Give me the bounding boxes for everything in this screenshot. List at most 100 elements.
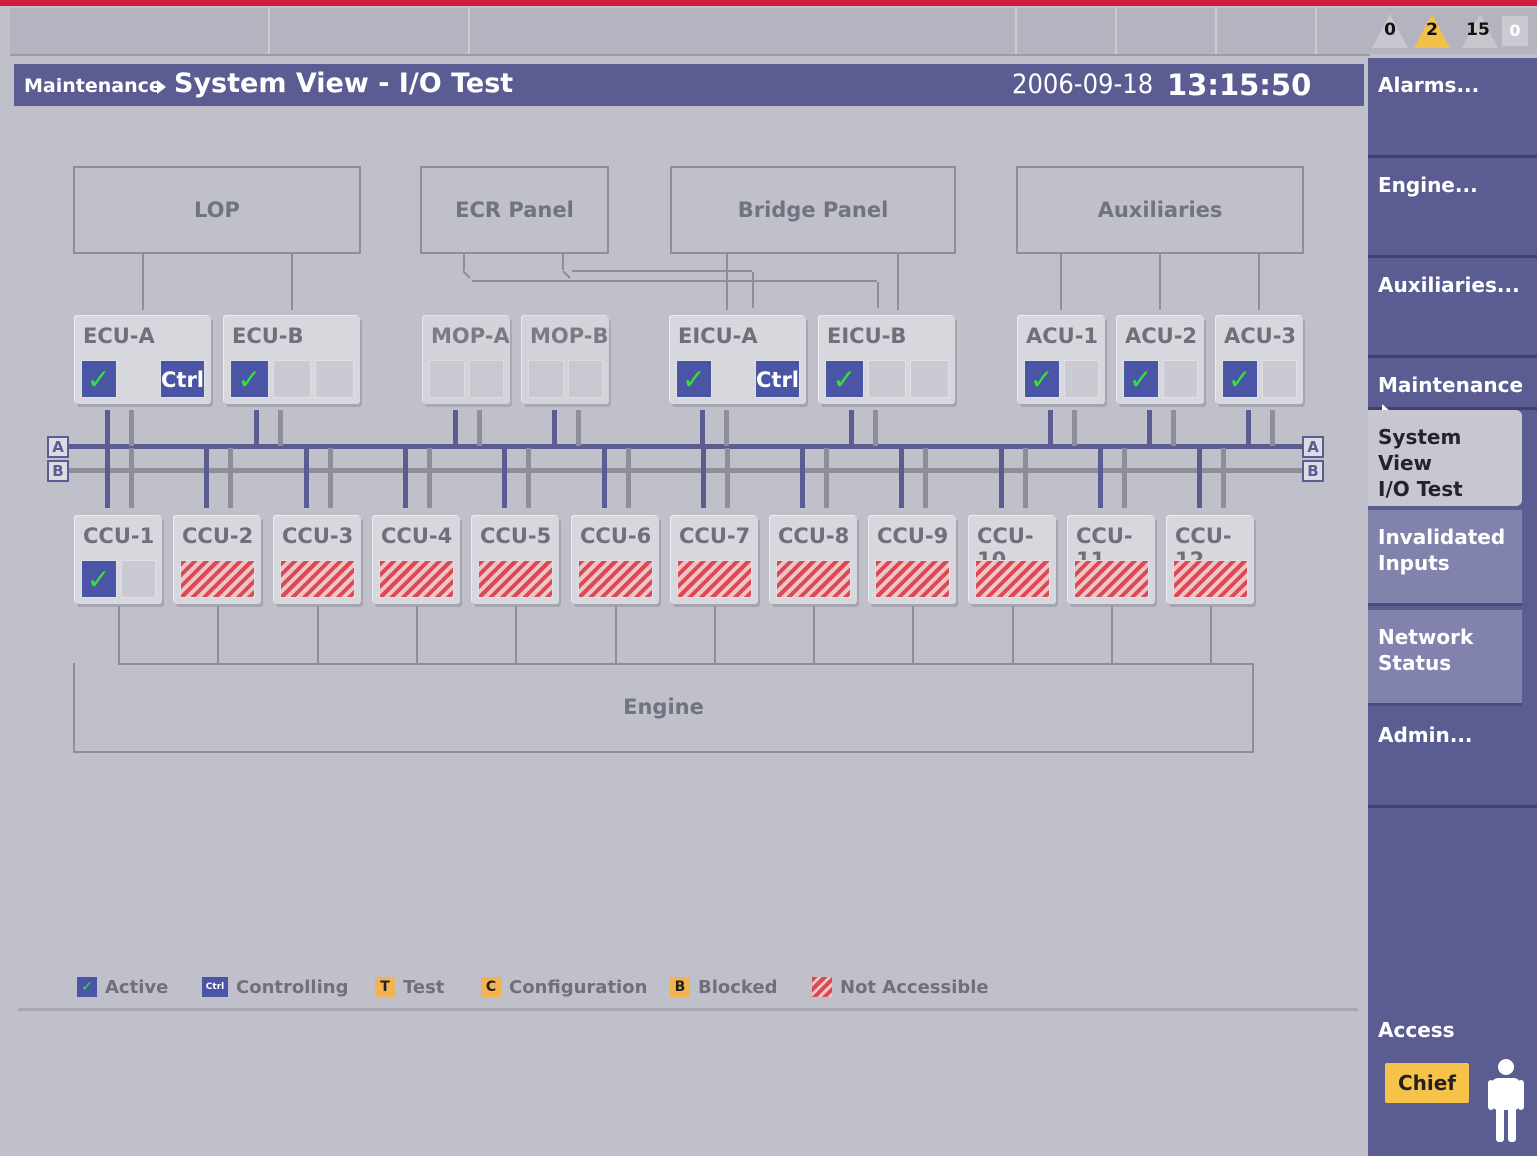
- bus-tap: [1122, 448, 1127, 508]
- unit-acu-3[interactable]: ACU-3: [1216, 316, 1303, 404]
- unit-label: ACU-2: [1125, 324, 1198, 348]
- nav-network-status[interactable]: Network Status: [1368, 610, 1522, 706]
- connector-line: [714, 606, 716, 664]
- connector-line: [1159, 254, 1161, 310]
- ctrl-badge: Ctrl: [160, 360, 206, 398]
- bus-tap: [204, 448, 209, 508]
- connector-line: [317, 606, 319, 664]
- active-check-icon: [230, 360, 269, 398]
- not-accessible-hatch: [578, 560, 653, 598]
- not-accessible-hatch: [478, 560, 553, 598]
- unit-ecu-b[interactable]: ECU-B: [224, 316, 360, 404]
- nav-auxiliaries[interactable]: Auxiliaries...: [1368, 258, 1537, 358]
- unit-eicu-a[interactable]: EICU-A Ctrl: [670, 316, 806, 404]
- page-header: Maintenance System View - I/O Test 2006-…: [14, 64, 1364, 106]
- unit-label: CCU-4: [381, 524, 453, 548]
- bus-tap: [403, 448, 408, 508]
- active-check-icon: [81, 360, 117, 398]
- unit-label: MOP-B: [530, 324, 609, 348]
- connector-line: [1012, 606, 1014, 664]
- panel-ecr: ECR Panel: [420, 166, 609, 254]
- unit-acu-1[interactable]: ACU-1: [1018, 316, 1105, 404]
- access-level-button[interactable]: Chief: [1385, 1063, 1469, 1103]
- alarm-count-2: 2: [1426, 20, 1438, 40]
- not-accessible-hatch: [1173, 560, 1248, 598]
- nav-engine[interactable]: Engine...: [1368, 158, 1537, 258]
- connector-line: [462, 270, 471, 279]
- not-accessible-hatch: [677, 560, 752, 598]
- bus-tap: [576, 410, 581, 446]
- bus-a-label-left: A: [47, 436, 69, 458]
- legend-configuration: C Configuration: [481, 972, 647, 1002]
- bus-tap: [701, 448, 706, 508]
- unit-label: CCU-7: [679, 524, 751, 548]
- bus-tap: [1147, 410, 1152, 446]
- divider: [18, 1008, 1358, 1011]
- nav-maintenance[interactable]: Maintenance: [1368, 358, 1537, 418]
- ctrl-icon: Ctrl: [202, 977, 228, 997]
- unit-ccu-6[interactable]: CCU-6: [572, 516, 659, 604]
- person-icon: [1488, 1059, 1524, 1142]
- unit-mop-b[interactable]: MOP-B: [522, 316, 609, 404]
- bus-tap: [1246, 410, 1251, 446]
- unit-ccu-11[interactable]: CCU-11: [1068, 516, 1155, 604]
- not-accessible-hatch: [280, 560, 355, 598]
- active-check-icon: [81, 560, 117, 598]
- nav-alarms[interactable]: Alarms...: [1368, 58, 1537, 158]
- unit-ccu-3[interactable]: CCU-3: [274, 516, 361, 604]
- bus-tap: [1048, 410, 1053, 446]
- connector-line: [472, 280, 877, 282]
- nav-invalidated-inputs[interactable]: Invalidated Inputs: [1368, 510, 1522, 606]
- bus-tap: [228, 448, 233, 508]
- unit-ccu-1[interactable]: CCU-1: [75, 516, 162, 604]
- bus-tap: [800, 448, 805, 508]
- unit-label: CCU-6: [580, 524, 652, 548]
- legend-controlling: Ctrl Controlling: [202, 972, 348, 1002]
- panel-bridge: Bridge Panel: [670, 166, 956, 254]
- bus-tap: [899, 448, 904, 508]
- unit-ccu-10[interactable]: CCU-10: [969, 516, 1056, 604]
- unit-acu-2[interactable]: ACU-2: [1117, 316, 1204, 404]
- bus-tap: [1197, 448, 1202, 508]
- unit-ecu-a[interactable]: ECU-A Ctrl: [75, 316, 211, 404]
- top-accent-bar: [0, 0, 1537, 6]
- connector-line: [1111, 606, 1113, 664]
- breadcrumb-parent[interactable]: Maintenance: [24, 75, 162, 97]
- unit-eicu-b[interactable]: EICU-B: [819, 316, 955, 404]
- unit-mop-a[interactable]: MOP-A: [423, 316, 510, 404]
- nav-admin[interactable]: Admin...: [1368, 708, 1537, 808]
- connector-line: [1060, 254, 1062, 310]
- bus-tap: [824, 448, 829, 508]
- nav-system-view-io-test[interactable]: System View I/O Test: [1368, 410, 1522, 506]
- connector-line: [615, 606, 617, 664]
- sidebar-nav: Alarms... Engine... Auxiliaries... Maint…: [1368, 58, 1537, 1156]
- panel-auxiliaries: Auxiliaries: [1016, 166, 1304, 254]
- bus-tap: [849, 410, 854, 446]
- unit-label: CCU-9: [877, 524, 949, 548]
- unit-label: ECU-B: [232, 324, 304, 348]
- configuration-icon: C: [481, 977, 501, 997]
- bus-tap: [724, 410, 729, 446]
- unit-label: ECU-A: [83, 324, 155, 348]
- bus-b-label-right: B: [1302, 460, 1324, 482]
- unit-ccu-7[interactable]: CCU-7: [671, 516, 758, 604]
- status-bar: [10, 8, 1370, 56]
- bus-tap: [453, 410, 458, 446]
- connector-line: [562, 254, 564, 270]
- unit-ccu-2[interactable]: CCU-2: [174, 516, 261, 604]
- unit-label: CCU-5: [480, 524, 552, 548]
- bus-tap: [502, 448, 507, 508]
- bus-tap: [278, 410, 283, 446]
- bus-tap: [1171, 410, 1176, 446]
- unit-ccu-8[interactable]: CCU-8: [770, 516, 857, 604]
- header-date: 2006-09-18: [1012, 69, 1154, 100]
- unit-ccu-9[interactable]: CCU-9: [869, 516, 956, 604]
- alarm-count-3: 15: [1466, 20, 1490, 40]
- active-check-icon: [1024, 360, 1060, 398]
- bus-tap: [923, 448, 928, 508]
- unit-ccu-4[interactable]: CCU-4: [373, 516, 460, 604]
- unit-ccu-12[interactable]: CCU-12: [1167, 516, 1254, 604]
- connector-line: [912, 606, 914, 664]
- bus-tap: [254, 410, 259, 446]
- unit-ccu-5[interactable]: CCU-5: [472, 516, 559, 604]
